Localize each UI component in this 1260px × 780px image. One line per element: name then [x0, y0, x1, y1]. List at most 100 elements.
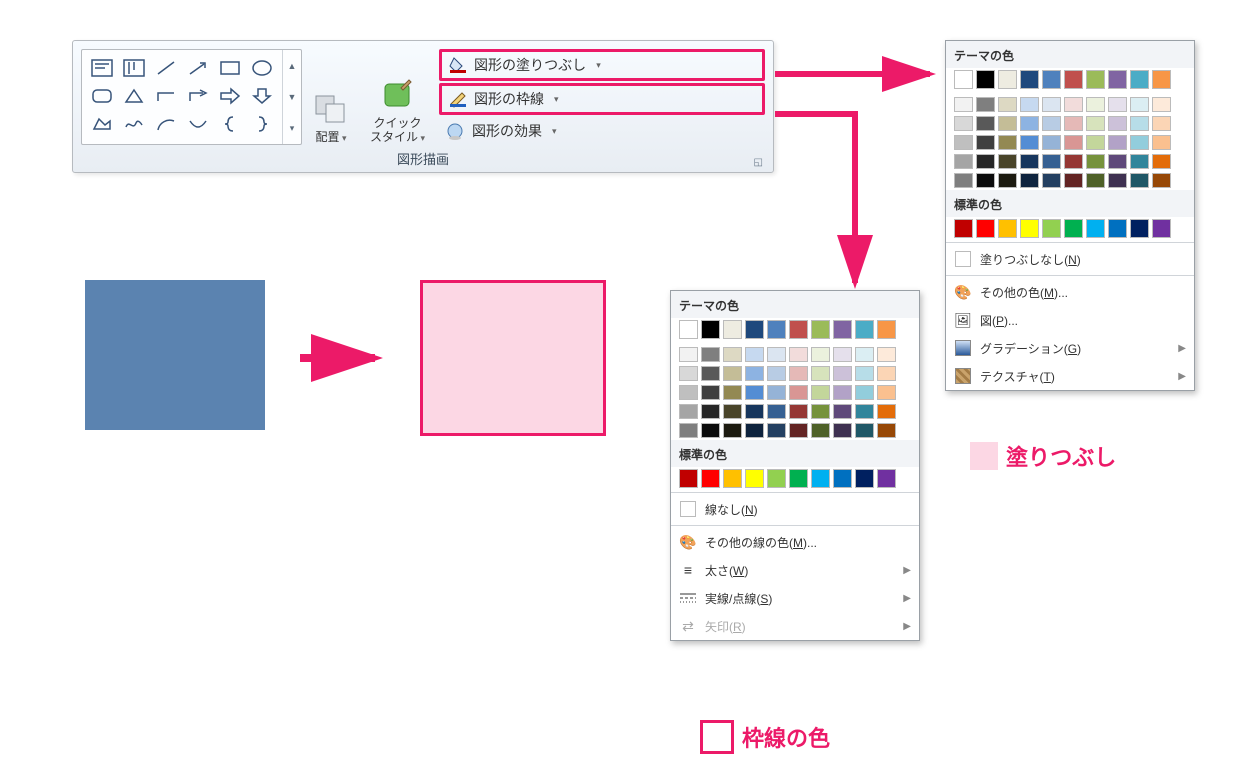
arrange-button[interactable]: 配置 [302, 49, 360, 145]
color-swatch[interactable] [701, 469, 720, 488]
color-swatch[interactable] [855, 385, 874, 400]
color-swatch[interactable] [855, 347, 874, 362]
shape-arc[interactable] [150, 110, 182, 138]
color-swatch[interactable] [1086, 173, 1105, 188]
color-swatch[interactable] [877, 347, 896, 362]
color-swatch[interactable] [679, 385, 698, 400]
color-swatch[interactable] [1108, 70, 1127, 89]
shape-textbox-h[interactable] [86, 54, 118, 82]
color-swatch[interactable] [723, 385, 742, 400]
color-swatch[interactable] [976, 154, 995, 169]
color-swatch[interactable] [1064, 116, 1083, 131]
color-swatch[interactable] [833, 385, 852, 400]
color-swatch[interactable] [723, 366, 742, 381]
color-swatch[interactable] [833, 423, 852, 438]
color-swatch[interactable] [998, 97, 1017, 112]
shape-right-brace[interactable] [246, 110, 278, 138]
color-swatch[interactable] [833, 347, 852, 362]
color-swatch[interactable] [1042, 173, 1061, 188]
color-swatch[interactable] [1152, 173, 1171, 188]
color-swatch[interactable] [954, 154, 973, 169]
color-swatch[interactable] [1020, 135, 1039, 150]
color-swatch[interactable] [833, 469, 852, 488]
color-swatch[interactable] [767, 423, 786, 438]
color-swatch[interactable] [855, 320, 874, 339]
color-swatch[interactable] [877, 366, 896, 381]
color-swatch[interactable] [1130, 135, 1149, 150]
color-swatch[interactable] [1108, 97, 1127, 112]
color-swatch[interactable] [1130, 154, 1149, 169]
dashes-item[interactable]: 実線/点線(S) ▶ [671, 584, 919, 612]
color-swatch[interactable] [1152, 97, 1171, 112]
color-swatch[interactable] [1042, 135, 1061, 150]
color-swatch[interactable] [998, 219, 1017, 238]
gradient-fill-item[interactable]: グラデーション(G) ▶ [946, 334, 1194, 362]
shape-rectangle[interactable] [214, 54, 246, 82]
color-swatch[interactable] [954, 97, 973, 112]
shape-curve[interactable] [182, 110, 214, 138]
color-swatch[interactable] [723, 469, 742, 488]
color-swatch[interactable] [811, 469, 830, 488]
gallery-up-icon[interactable]: ▲ [283, 50, 301, 81]
color-swatch[interactable] [1020, 154, 1039, 169]
shape-outline-button[interactable]: 図形の枠線 ▾ [439, 83, 765, 115]
shape-elbow-connector[interactable] [150, 82, 182, 110]
color-swatch[interactable] [1086, 154, 1105, 169]
color-swatch[interactable] [1064, 70, 1083, 89]
color-swatch[interactable] [767, 320, 786, 339]
shape-triangle[interactable] [118, 82, 150, 110]
color-swatch[interactable] [976, 135, 995, 150]
shape-elbow-arrow[interactable] [182, 82, 214, 110]
color-swatch[interactable] [1130, 116, 1149, 131]
color-swatch[interactable] [701, 404, 720, 419]
color-swatch[interactable] [679, 320, 698, 339]
color-swatch[interactable] [954, 116, 973, 131]
color-swatch[interactable] [976, 173, 995, 188]
color-swatch[interactable] [811, 347, 830, 362]
quick-styles-button[interactable]: クイック スタイル [360, 49, 435, 145]
color-swatch[interactable] [789, 404, 808, 419]
color-swatch[interactable] [1152, 70, 1171, 89]
color-swatch[interactable] [701, 320, 720, 339]
shape-freeform[interactable] [86, 110, 118, 138]
color-swatch[interactable] [1042, 97, 1061, 112]
no-fill-item[interactable]: 塗りつぶしなし(N) [946, 245, 1194, 273]
color-swatch[interactable] [701, 423, 720, 438]
shape-right-arrow[interactable] [214, 82, 246, 110]
color-swatch[interactable] [954, 70, 973, 89]
color-swatch[interactable] [1020, 97, 1039, 112]
color-swatch[interactable] [789, 469, 808, 488]
color-swatch[interactable] [723, 423, 742, 438]
color-swatch[interactable] [679, 366, 698, 381]
color-swatch[interactable] [1064, 173, 1083, 188]
shape-arrow-line[interactable] [182, 54, 214, 82]
shape-textbox-v[interactable] [118, 54, 150, 82]
color-swatch[interactable] [1042, 154, 1061, 169]
color-swatch[interactable] [976, 70, 995, 89]
color-swatch[interactable] [1064, 219, 1083, 238]
color-swatch[interactable] [877, 385, 896, 400]
color-swatch[interactable] [789, 366, 808, 381]
color-swatch[interactable] [855, 469, 874, 488]
weight-item[interactable]: ≡ 太さ(W) ▶ [671, 556, 919, 584]
color-swatch[interactable] [976, 97, 995, 112]
color-swatch[interactable] [745, 469, 764, 488]
no-outline-item[interactable]: 線なし(N) [671, 495, 919, 523]
color-swatch[interactable] [1020, 219, 1039, 238]
shape-effects-button[interactable]: 図形の効果 ▾ [439, 117, 765, 145]
color-swatch[interactable] [954, 219, 973, 238]
color-swatch[interactable] [998, 116, 1017, 131]
color-swatch[interactable] [1064, 135, 1083, 150]
color-swatch[interactable] [679, 469, 698, 488]
color-swatch[interactable] [833, 366, 852, 381]
color-swatch[interactable] [855, 366, 874, 381]
color-swatch[interactable] [855, 404, 874, 419]
dialog-launcher-icon[interactable]: ◱ [754, 157, 763, 168]
color-swatch[interactable] [1108, 219, 1127, 238]
color-swatch[interactable] [1086, 116, 1105, 131]
color-swatch[interactable] [1086, 70, 1105, 89]
color-swatch[interactable] [767, 404, 786, 419]
more-fill-colors-item[interactable]: 🎨 その他の色(M)... [946, 278, 1194, 306]
color-swatch[interactable] [789, 385, 808, 400]
color-swatch[interactable] [811, 404, 830, 419]
